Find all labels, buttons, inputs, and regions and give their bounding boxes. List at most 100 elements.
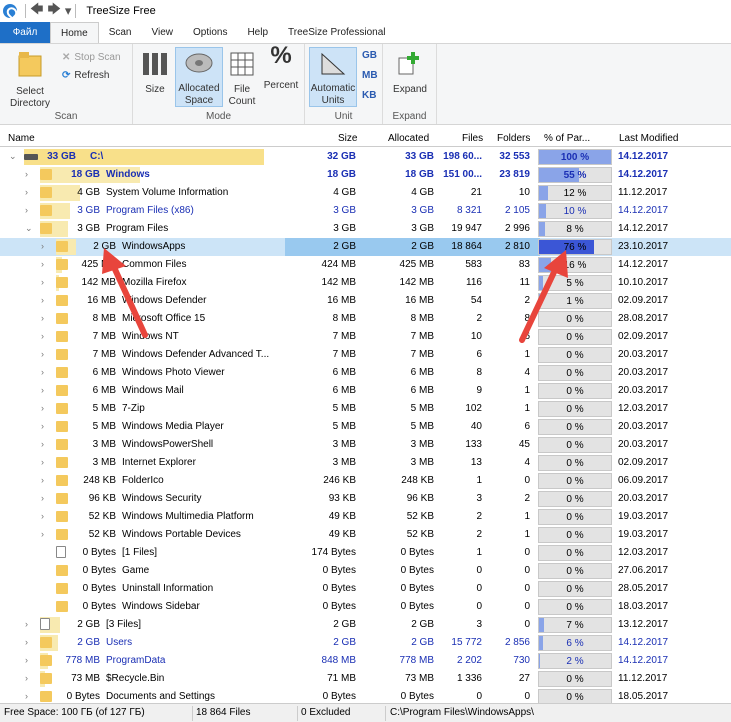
collapse-chevron-icon[interactable]: ⌄ <box>9 151 17 162</box>
modified-cell: 11.12.2017 <box>618 673 668 684</box>
expand-chevron-icon[interactable]: › <box>41 385 44 395</box>
expand-chevron-icon[interactable]: › <box>25 619 28 629</box>
size-cell: 5 MB <box>332 403 356 414</box>
tree-row[interactable]: › 52 KB Windows Multimedia Platform 49 KB 52… <box>0 508 731 526</box>
tree-row[interactable]: › 18 GB Windows 18 GB 18 GB 151 00... 23 819 55… <box>0 166 731 184</box>
tree-row[interactable]: › 5 MB Windows Media Player 5 MB 5 MB 40 6 0 % 2… <box>0 418 731 436</box>
expand-chevron-icon[interactable]: › <box>25 187 28 197</box>
file-count-button[interactable]: File Count <box>225 50 259 108</box>
expand-chevron-icon[interactable]: › <box>41 313 44 323</box>
back-arrow-icon[interactable]: 🡄 <box>30 0 43 22</box>
expand-chevron-icon[interactable]: › <box>25 169 28 179</box>
tree-row[interactable]: › 4 GB System Volume Information 4 GB 4 GB 21… <box>0 184 731 202</box>
automatic-units-button[interactable]: Automatic Units <box>309 47 357 107</box>
tree-row[interactable]: › 248 KB FolderIco 246 KB 248 KB 1 0 0 % 06.09.2… <box>0 472 731 490</box>
percent-icon: % <box>270 42 292 69</box>
modified-cell: 18.03.2017 <box>618 601 669 612</box>
tree-row[interactable]: › 52 KB Windows Portable Devices 49 KB 52 KB… <box>0 526 731 544</box>
expand-chevron-icon[interactable]: › <box>41 295 44 305</box>
tree-row[interactable]: › 2 GB [3 Files] 2 GB 2 GB 3 0 7 % 13.12.2017 <box>0 616 731 634</box>
folder-name: [3 Files] <box>106 619 142 630</box>
tab-scan[interactable]: Scan <box>99 22 142 43</box>
expand-chevron-icon[interactable]: › <box>41 403 44 413</box>
tree-row[interactable]: › 8 MB Microsoft Office 15 8 MB 8 MB 2 8 0 % 28.… <box>0 310 731 328</box>
expand-chevron-icon[interactable]: › <box>25 205 28 215</box>
collapse-chevron-icon[interactable]: ⌄ <box>25 223 33 234</box>
folders-cell: 1 <box>524 511 530 522</box>
tree-row[interactable]: ⌄ 33 GB C:\ 32 GB 33 GB 198 60... 32 553 100 % 1… <box>0 148 731 166</box>
column-last-modified[interactable]: Last Modified <box>619 133 678 144</box>
tree-row[interactable]: › 3 GB Program Files (x86) 3 GB 3 GB 8 321 2 1… <box>0 202 731 220</box>
mb-button[interactable]: MB <box>362 70 378 81</box>
column-allocated[interactable]: Allocated <box>388 133 429 144</box>
tree-row[interactable]: › 6 MB Windows Mail 6 MB 6 MB 9 1 0 % 20.03.2017 <box>0 382 731 400</box>
column-percent-of-parent[interactable]: % of Par... <box>544 133 590 144</box>
select-directory-button[interactable]: Select Directory <box>4 48 56 110</box>
tree-row[interactable]: › 6 MB Windows Photo Viewer 6 MB 6 MB 8 4 0 % 20… <box>0 364 731 382</box>
size-bars-icon <box>143 53 167 75</box>
column-name[interactable]: Name <box>8 133 35 144</box>
expand-chevron-icon[interactable]: › <box>41 475 44 485</box>
modified-cell: 27.06.2017 <box>618 565 669 576</box>
tree-row[interactable]: › 5 MB 7-Zip 5 MB 5 MB 102 1 0 % 12.03.2017 <box>0 400 731 418</box>
tree-row[interactable]: › 3 MB Internet Explorer 3 MB 3 MB 13 4 0 % 02.0… <box>0 454 731 472</box>
percent-button[interactable]: % Percent <box>261 42 301 92</box>
expand-chevron-icon[interactable]: › <box>25 691 28 701</box>
allocated-space-button[interactable]: Allocated Space <box>175 47 223 107</box>
expand-chevron-icon[interactable]: › <box>41 349 44 359</box>
kb-button[interactable]: KB <box>362 90 376 101</box>
folder-icon <box>40 673 52 684</box>
tree-row[interactable]: › 2 GB WindowsApps 2 GB 2 GB 18 864 2 810 76 % 2… <box>0 238 731 256</box>
tree-row[interactable]: › 16 MB Windows Defender 16 MB 16 MB 54 2 1 % 02… <box>0 292 731 310</box>
expand-chevron-icon[interactable]: › <box>41 511 44 521</box>
tree-row[interactable]: › 96 KB Windows Security 93 KB 96 KB 3 2 0 % 20.… <box>0 490 731 508</box>
gb-button[interactable]: GB <box>362 50 377 61</box>
tree-row[interactable]: › 7 MB Windows Defender Advanced T... 7 MB 7… <box>0 346 731 364</box>
forward-arrow-icon[interactable]: 🡆 <box>47 0 60 22</box>
tree-row[interactable]: › 3 MB WindowsPowerShell 3 MB 3 MB 133 45 0 % 20… <box>0 436 731 454</box>
expand-chevron-icon[interactable]: › <box>41 529 44 539</box>
tab-options[interactable]: Options <box>183 22 237 43</box>
tree-row[interactable]: ⌄ 3 GB Program Files 3 GB 3 GB 19 947 2 996 8 %… <box>0 220 731 238</box>
allocated-cell: 2 GB <box>411 619 434 630</box>
expand-chevron-icon[interactable]: › <box>41 421 44 431</box>
tree-row[interactable]: › 7 MB Windows NT 7 MB 7 MB 10 6 0 % 02.09.2017 <box>0 328 731 346</box>
column-folders[interactable]: Folders <box>497 133 530 144</box>
folder-open-icon <box>18 52 42 77</box>
allocated-cell: 6 MB <box>410 367 434 378</box>
tree-row[interactable]: › 142 MB Mozilla Firefox 142 MB 142 MB 116 11 5… <box>0 274 731 292</box>
size-button[interactable]: Size <box>140 50 170 96</box>
expand-button[interactable]: Expand <box>389 50 431 96</box>
tree-row[interactable]: 0 Bytes [1 Files] 174 Bytes 0 Bytes 1 0 0 % 12.… <box>0 544 731 562</box>
tree-row[interactable]: 0 Bytes Uninstall Information 0 Bytes 0 Byt… <box>0 580 731 598</box>
expand-chevron-icon[interactable]: › <box>25 655 28 665</box>
expand-chevron-icon[interactable]: › <box>25 637 28 647</box>
quick-access-dropdown-icon[interactable]: ▾ <box>65 3 72 19</box>
tab-home[interactable]: Home <box>50 22 99 43</box>
column-files[interactable]: Files <box>462 133 483 144</box>
tab-help[interactable]: Help <box>237 22 278 43</box>
expand-chevron-icon[interactable]: › <box>25 673 28 683</box>
column-size[interactable]: Size <box>338 133 357 144</box>
expand-chevron-icon[interactable]: › <box>41 493 44 503</box>
tab-view[interactable]: View <box>141 22 183 43</box>
tree-row[interactable]: › 2 GB Users 2 GB 2 GB 15 772 2 856 6 % 14.12.20… <box>0 634 731 652</box>
tree-row[interactable]: › 425 MB Common Files 424 MB 425 MB 583 83 16 %… <box>0 256 731 274</box>
expand-chevron-icon[interactable]: › <box>41 367 44 377</box>
expand-chevron-icon[interactable]: › <box>41 241 44 251</box>
expand-chevron-icon[interactable]: › <box>41 331 44 341</box>
tree-row[interactable]: › 778 MB ProgramData 848 MB 778 MB 2 202 730 2 … <box>0 652 731 670</box>
expand-chevron-icon[interactable]: › <box>41 259 44 269</box>
expand-chevron-icon[interactable]: › <box>41 277 44 287</box>
modified-cell: 20.03.2017 <box>618 439 669 450</box>
tree-row[interactable]: 0 Bytes Windows Sidebar 0 Bytes 0 Bytes 0 0 0 … <box>0 598 731 616</box>
expand-chevron-icon[interactable]: › <box>41 457 44 467</box>
tree-row[interactable]: › 0 Bytes Documents and Settings 0 Bytes 0 B… <box>0 688 731 703</box>
tab-treesize-professional[interactable]: TreeSize Professional <box>278 22 395 43</box>
expand-chevron-icon[interactable]: › <box>41 439 44 449</box>
refresh-button[interactable]: ⟳ Refresh <box>62 70 109 81</box>
tree-row[interactable]: › 73 MB $Recycle.Bin 71 MB 73 MB 1 336 27 0 % 11… <box>0 670 731 688</box>
stop-scan-button[interactable]: ✕ Stop Scan <box>62 52 121 63</box>
tree-row[interactable]: 0 Bytes Game 0 Bytes 0 Bytes 0 0 0 % 27.06.2017 <box>0 562 731 580</box>
tab-file[interactable]: Файл <box>0 22 50 43</box>
